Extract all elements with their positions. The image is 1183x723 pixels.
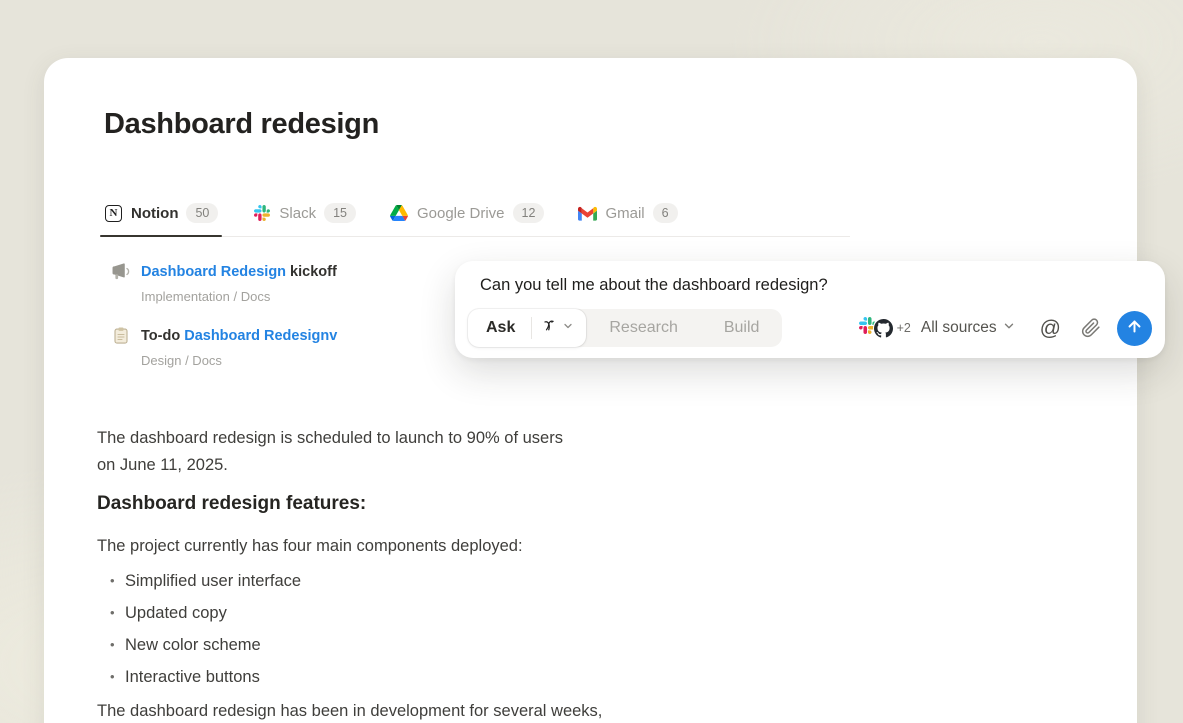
attachment-icon[interactable] <box>1081 318 1101 338</box>
tab-notion[interactable]: N Notion 50 <box>100 197 222 236</box>
paragraph: The project currently has four main comp… <box>97 533 717 560</box>
active-mode-pill: Ask <box>468 309 586 347</box>
tab-label: Notion <box>131 205 178 222</box>
github-logo-icon <box>873 317 895 339</box>
extra-sources-count: +2 <box>897 321 911 335</box>
chevron-down-icon <box>562 319 574 337</box>
arrow-up-icon <box>1126 318 1143 338</box>
list-item: Updated copy <box>97 597 717 629</box>
paragraph: The dashboard redesign is scheduled to l… <box>97 425 717 479</box>
ai-chat-input[interactable]: Can you tell me about the dashboard rede… <box>455 261 1165 358</box>
notion-page-card: Dashboard redesign N Notion 50 Slack 15 … <box>44 58 1137 723</box>
chat-toolbar: Ask Research Build <box>468 309 1152 347</box>
feature-list: Simplified user interface Updated copy N… <box>97 565 717 693</box>
tab-label: Google Drive <box>417 205 505 222</box>
megaphone-icon <box>112 262 132 282</box>
at-mention-icon[interactable]: @ <box>1040 318 1061 339</box>
page-title: Dashboard redesign <box>104 108 379 141</box>
source-tabs: N Notion 50 Slack 15 Google Drive 12 Gma… <box>100 197 850 237</box>
clipboard-icon <box>112 326 132 346</box>
google-drive-logo-icon <box>390 204 409 223</box>
tab-google-drive[interactable]: Google Drive 12 <box>386 197 548 236</box>
section-heading: Dashboard redesign features: <box>97 493 717 515</box>
mode-switcher: Ask Research Build <box>468 309 782 347</box>
tab-count-badge: 12 <box>513 203 545 223</box>
tab-label: Slack <box>279 205 316 222</box>
tab-count-badge: 50 <box>186 203 218 223</box>
list-item: Interactive buttons <box>97 661 717 693</box>
build-mode-button[interactable]: Build <box>701 319 783 337</box>
result-title: To-do Dashboard Redesignv <box>141 328 337 344</box>
result-todo-dashboard-redesign[interactable]: To-do Dashboard Redesignv Design / Docs <box>112 326 472 368</box>
breadcrumb: Design / Docs <box>141 353 472 368</box>
all-sources-selector[interactable]: +2 All sources <box>859 317 1016 339</box>
list-item: New color scheme <box>97 629 717 661</box>
research-mode-button[interactable]: Research <box>586 319 700 337</box>
tab-gmail[interactable]: Gmail 6 <box>574 197 681 236</box>
list-item: Simplified user interface <box>97 565 717 597</box>
breadcrumb: Implementation / Docs <box>141 289 472 304</box>
model-selector[interactable] <box>532 318 586 338</box>
model-selector-icon <box>542 318 557 338</box>
ask-mode-button[interactable]: Ask <box>468 319 531 337</box>
all-sources-label: All sources <box>921 319 997 337</box>
chat-question-text[interactable]: Can you tell me about the dashboard rede… <box>480 276 828 295</box>
tab-label: Gmail <box>605 205 644 222</box>
tab-count-badge: 15 <box>324 203 356 223</box>
tab-count-badge: 6 <box>653 203 678 223</box>
source-icons <box>859 317 895 339</box>
result-title: Dashboard Redesign kickoff <box>141 264 337 280</box>
tab-slack[interactable]: Slack 15 <box>248 197 360 236</box>
chevron-down-icon <box>1002 319 1016 338</box>
result-dashboard-redesign-kickoff[interactable]: Dashboard Redesign kickoff Implementatio… <box>112 262 472 304</box>
gmail-logo-icon <box>578 204 597 223</box>
send-button[interactable] <box>1117 311 1152 346</box>
notion-logo-icon: N <box>104 204 123 223</box>
document-body: The dashboard redesign is scheduled to l… <box>97 425 717 723</box>
search-results: Dashboard Redesign kickoff Implementatio… <box>112 262 472 390</box>
slack-logo-icon <box>252 204 271 223</box>
paragraph: The dashboard redesign has been in devel… <box>97 698 717 723</box>
